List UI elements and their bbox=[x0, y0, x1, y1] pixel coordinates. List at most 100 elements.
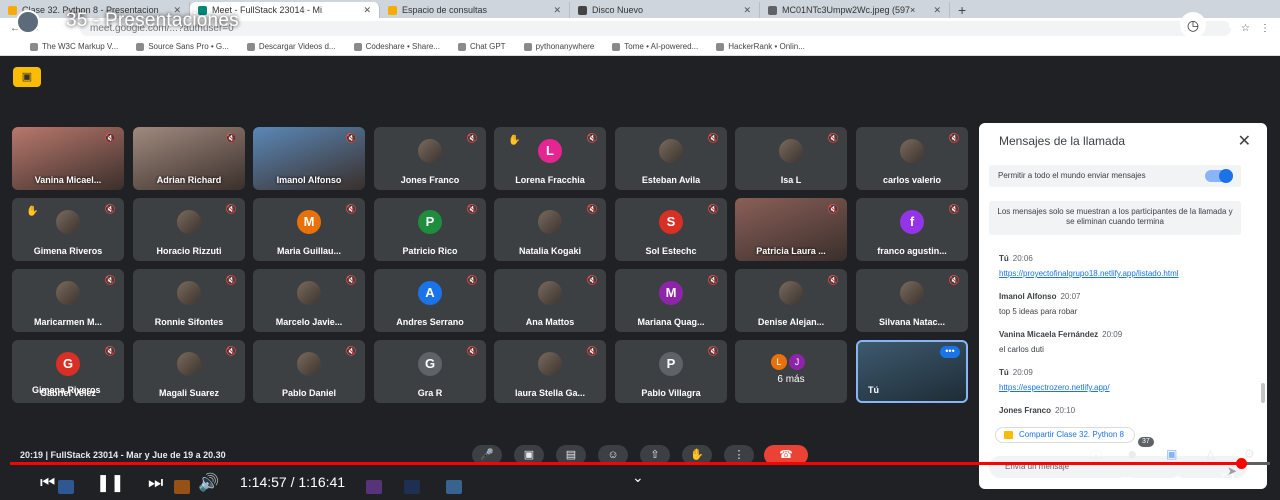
tab-close-icon[interactable]: ✕ bbox=[553, 5, 561, 16]
participant-tile[interactable]: 🔇 Silvana Natac... bbox=[856, 269, 968, 332]
participant-tile[interactable]: P 🔇 Patricio Rico bbox=[374, 198, 486, 261]
mini-avatar: J bbox=[789, 354, 805, 370]
mic-off-icon: 🔇 bbox=[104, 346, 116, 356]
more-participants-tile[interactable]: LJ 6 más bbox=[735, 340, 847, 403]
tab-close-icon[interactable]: ✕ bbox=[363, 5, 371, 16]
bookmark-item[interactable]: Codeshare • Share... bbox=[353, 42, 440, 51]
participant-tile[interactable]: 🔇 Ana Mattos bbox=[494, 269, 606, 332]
chevron-down-icon[interactable]: ⌄ bbox=[632, 469, 644, 486]
meeting-info: 20:19 | FullStack 23014 - Mar y Jue de 1… bbox=[20, 450, 226, 460]
participant-tile[interactable]: f 🔇 franco agustin... bbox=[856, 198, 968, 261]
mic-off-icon: 🔇 bbox=[707, 346, 719, 356]
fullscreen-icon[interactable]: ⛶ bbox=[1222, 473, 1233, 491]
participant-tile[interactable]: 🔇 Esteban Avila bbox=[615, 127, 727, 190]
tile-options-icon[interactable]: ••• bbox=[940, 346, 960, 358]
participant-name: Lorena Fracchia bbox=[515, 175, 585, 185]
participant-name: Patricio Rico bbox=[402, 246, 458, 256]
message-link[interactable]: https://proyectofinalgrupo18.netlify.app… bbox=[999, 269, 1249, 278]
message-sender: Tú bbox=[999, 254, 1009, 263]
participant-name: carlos valerio bbox=[882, 175, 942, 185]
browser-tab[interactable]: Disco Nuevo ✕ bbox=[570, 2, 760, 18]
tab-close-icon[interactable]: ✕ bbox=[743, 5, 751, 16]
participant-name: Pablo Daniel bbox=[281, 388, 336, 398]
participant-tile[interactable]: 🔇 Magali Suarez bbox=[133, 340, 245, 403]
self-video-tile[interactable]: ••• Tú bbox=[856, 340, 968, 403]
participant-tile[interactable]: ✋ 🔇 Gimena Riveros bbox=[12, 198, 124, 261]
avatar: P bbox=[418, 210, 442, 234]
browser-tab[interactable]: Espacio de consultas ✕ bbox=[380, 2, 570, 18]
menu-icon[interactable]: ⋮ bbox=[1260, 23, 1270, 34]
bookmark-item[interactable]: Source Sans Pro • G... bbox=[136, 42, 229, 51]
tab-close-icon[interactable]: ✕ bbox=[933, 5, 941, 16]
url-field[interactable]: meet.google.com/...?authuser=0 bbox=[80, 20, 1232, 36]
participant-tile[interactable]: 🔇 Maricarmen M... bbox=[12, 269, 124, 332]
mic-off-icon: 🔇 bbox=[466, 275, 478, 285]
video-title[interactable]: 35 - Presentaciones bbox=[66, 10, 239, 32]
bookmark-item[interactable]: Tome • AI-powered... bbox=[612, 42, 698, 51]
participant-tile[interactable]: 🔇 Patricia Laura ... bbox=[735, 198, 847, 261]
self-label: Tú bbox=[868, 385, 879, 395]
previous-icon[interactable]: ⏮ bbox=[40, 473, 55, 493]
participant-tile[interactable]: 🔇 Imanol Alfonso bbox=[253, 127, 365, 190]
people-icon[interactable]: ☻ bbox=[1126, 447, 1139, 461]
bookmark-item[interactable]: Chat GPT bbox=[458, 42, 506, 51]
share-chip-label: Compartir Clase 32. Python 8 bbox=[1019, 430, 1124, 439]
chat-scrollbar[interactable] bbox=[1261, 383, 1265, 403]
participant-tile[interactable]: 🔇 Marcelo Javie... bbox=[253, 269, 365, 332]
participant-name: Pablo Villagra bbox=[641, 388, 701, 398]
participant-tile[interactable]: P 🔇 Pablo Villagra bbox=[615, 340, 727, 403]
participant-tile[interactable]: M 🔇 Maria Guillau... bbox=[253, 198, 365, 261]
volume-icon[interactable]: 🔊 bbox=[198, 473, 219, 493]
participant-tile[interactable]: 🔇 laura Stella Ga... bbox=[494, 340, 606, 403]
participant-tile[interactable]: 🔇 Natalia Kogaki bbox=[494, 198, 606, 261]
participant-tile[interactable]: S 🔇 Sol Estechc bbox=[615, 198, 727, 261]
participant-tile[interactable]: M 🔇 Mariana Quag... bbox=[615, 269, 727, 332]
new-tab-button[interactable]: + bbox=[950, 2, 974, 18]
message-link[interactable]: https://espectrozero.netlify.app/ bbox=[999, 383, 1249, 392]
participant-tile[interactable]: A 🔇 Andres Serrano bbox=[374, 269, 486, 332]
chat-message: Vanina Micaela Fernández 20:09 el carlos d… bbox=[999, 330, 1249, 354]
message-time: 20:07 bbox=[1060, 292, 1081, 301]
channel-avatar[interactable] bbox=[16, 10, 40, 34]
bookmark-icon bbox=[523, 42, 532, 51]
mic-off-icon: 🔇 bbox=[707, 275, 719, 285]
participant-tile[interactable]: 🔇 Ronnie Sifontes bbox=[133, 269, 245, 332]
message-text: el carlos duti bbox=[999, 345, 1044, 354]
tab-favicon-icon bbox=[578, 5, 587, 15]
avatar bbox=[177, 352, 201, 376]
participant-tile[interactable]: 🔇 Denise Alejan... bbox=[735, 269, 847, 332]
browser-tab[interactable]: MC01NTc3Umpw2Wc.jpeg (597× ✕ bbox=[760, 2, 950, 18]
pause-icon[interactable]: ❚❚ bbox=[96, 473, 125, 493]
next-icon[interactable]: ⏭ bbox=[148, 473, 163, 493]
avatar bbox=[418, 139, 442, 163]
activities-icon[interactable]: △ bbox=[1206, 447, 1215, 461]
mic-off-icon: 🔇 bbox=[707, 204, 719, 214]
bookmark-icon bbox=[612, 42, 621, 51]
participant-tile[interactable]: G 🔇 Gra R bbox=[374, 340, 486, 403]
participant-tile[interactable]: 🔇 Horacio Rizzuti bbox=[133, 198, 245, 261]
participant-tile[interactable]: 🔇 Vanina Micael... bbox=[12, 127, 124, 190]
avatar bbox=[56, 281, 80, 305]
share-icon[interactable]: ➦ bbox=[1228, 12, 1245, 37]
share-file-chip[interactable]: Compartir Clase 32. Python 8 bbox=[995, 427, 1135, 443]
bookmark-label: pythonanywhere bbox=[535, 42, 595, 51]
participant-tile[interactable]: L ✋ 🔇 Lorena Fracchia bbox=[494, 127, 606, 190]
participant-tile[interactable]: 🔇 Jones Franco bbox=[374, 127, 486, 190]
participant-tile[interactable]: 🔇 Isa L bbox=[735, 127, 847, 190]
chat-icon[interactable]: ▣ bbox=[1166, 447, 1177, 461]
watch-later-icon[interactable]: ◷ bbox=[1180, 12, 1206, 38]
bookmark-item[interactable]: The W3C Markup V... bbox=[30, 42, 118, 51]
participant-tile[interactable]: 🔇 Pablo Daniel bbox=[253, 340, 365, 403]
mic-off-icon: 🔇 bbox=[466, 346, 478, 356]
subtitles-icon[interactable]: ▤ bbox=[1120, 473, 1134, 491]
participant-tile[interactable]: 🔇 Adrian Richard bbox=[133, 127, 245, 190]
participant-tile[interactable]: 🔇 carlos valerio bbox=[856, 127, 968, 190]
close-icon[interactable]: ✕ bbox=[1238, 131, 1251, 151]
bookmark-item[interactable]: HackerRank • Onlin... bbox=[716, 42, 805, 51]
bookmark-item[interactable]: pythonanywhere bbox=[523, 42, 595, 51]
permission-toggle[interactable] bbox=[1205, 169, 1233, 183]
settings-icon[interactable]: ⚙ bbox=[1170, 473, 1185, 493]
mic-off-icon: 🔇 bbox=[948, 275, 960, 285]
hang-up-icon: ☎ bbox=[779, 449, 793, 461]
bookmark-item[interactable]: Descargar Videos d... bbox=[246, 42, 336, 51]
